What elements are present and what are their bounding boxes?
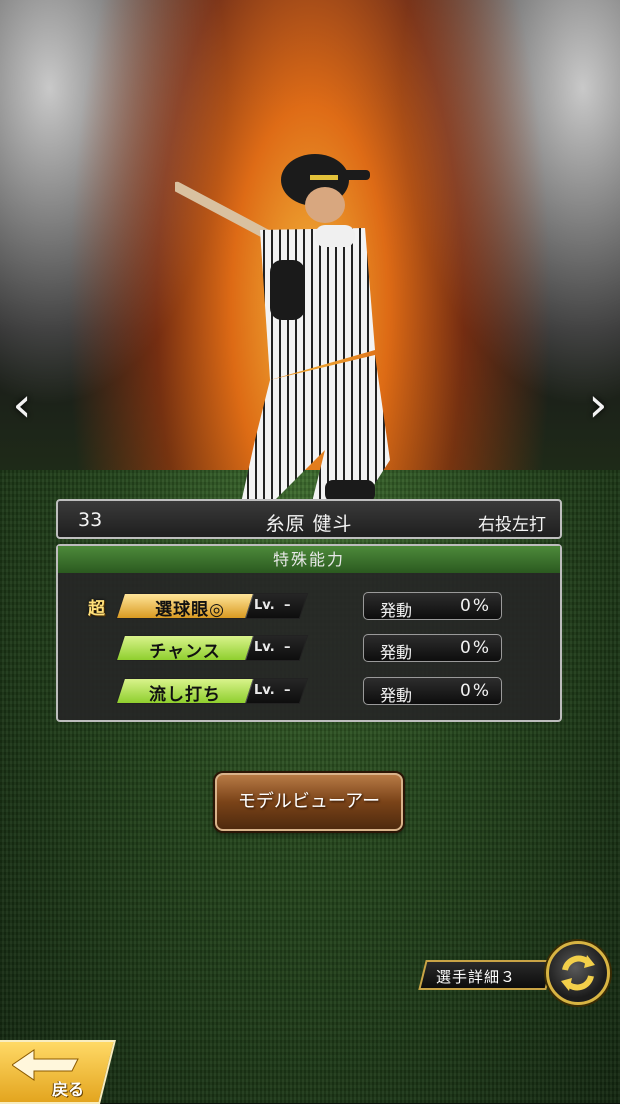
level-label: Lv. [254,598,275,613]
player-info-bar: 33 糸原 健斗 右投左打 [56,499,562,539]
activation-label: 発動 [380,643,413,662]
ability-row[interactable]: 流し打ち Lv. – 発動 0% [58,676,560,706]
activation-value: 0% [460,596,491,616]
super-badge: 超 [88,599,105,619]
chevron-left-icon: ‹ [12,377,32,433]
level-value: – [284,683,291,698]
player-image [175,154,390,538]
activation-label: 発動 [380,686,413,705]
activation-label: 発動 [380,601,413,620]
ability-row[interactable]: 超 選球眼◎ Lv. – 発動 0% [58,591,560,621]
throw-bat-type: 右投左打 [478,515,546,535]
activation-box: 発動 0% [363,592,502,620]
level-value: – [284,598,291,613]
player-detail-label: 選手詳細３ [436,968,517,986]
skill-name: 選球眼◎ [155,600,225,620]
refresh-icon [561,955,595,991]
back-label: 戻る [52,1080,85,1099]
level-label: Lv. [254,640,275,655]
player-detail-button[interactable]: 選手詳細３ [418,950,557,994]
abilities-header: 特殊能力 [58,546,560,573]
level-label: Lv. [254,683,275,698]
level-value: – [284,640,291,655]
skill-name: チャンス [149,642,221,662]
activation-value: 0% [460,638,491,658]
skill-name: 流し打ち [149,685,221,705]
back-button[interactable]: 戻る [0,1036,116,1104]
activation-value: 0% [460,681,491,701]
next-player-button[interactable]: › [578,375,618,435]
model-viewer-button[interactable]: モデルビューアー [215,773,403,831]
cycle-button[interactable] [546,941,610,1005]
ability-row[interactable]: チャンス Lv. – 発動 0% [58,633,560,663]
activation-box: 発動 0% [363,634,502,662]
chevron-right-icon: › [588,377,608,433]
activation-box: 発動 0% [363,677,502,705]
special-abilities-panel: 特殊能力 超 選球眼◎ Lv. – 発動 0% チャンス Lv. – 発動 0%… [56,544,562,722]
prev-player-button[interactable]: ‹ [2,375,42,435]
